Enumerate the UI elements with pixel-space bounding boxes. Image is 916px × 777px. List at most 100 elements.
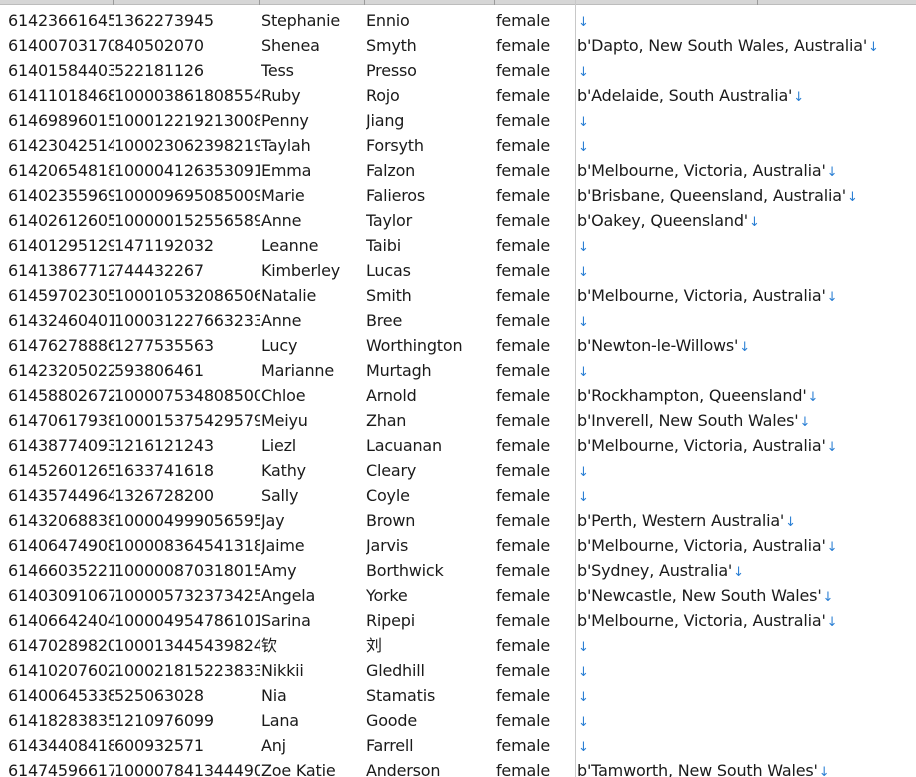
cell-first-name[interactable]: Leanne: [261, 233, 365, 258]
cell-last-name[interactable]: Zhan: [366, 408, 494, 433]
table-row[interactable]: 61423205022 593806461 Marianne Murtagh femal…: [0, 358, 916, 383]
table-row[interactable]: 61402355969 100009695085009 Marie Falieros f…: [0, 183, 916, 208]
cell-location[interactable]: ↓: [577, 358, 916, 383]
cell-first-name[interactable]: Emma: [261, 158, 365, 183]
cell-gender[interactable]: female: [496, 608, 576, 633]
cell-gender[interactable]: female: [496, 8, 576, 33]
cell-location[interactable]: b'Newton-le-Willows'↓: [577, 333, 916, 358]
cell-user-id[interactable]: 100023062398219: [114, 133, 260, 158]
cell-gender[interactable]: female: [496, 133, 576, 158]
cell-location[interactable]: b'Melbourne, Victoria, Australia'↓: [577, 283, 916, 308]
cell-phone-id[interactable]: 61406642404: [8, 608, 114, 633]
cell-first-name[interactable]: Chloe: [261, 383, 365, 408]
cell-gender[interactable]: female: [496, 758, 576, 777]
cell-phone-id[interactable]: 61459702305: [8, 283, 114, 308]
cell-user-id[interactable]: 1216121243: [114, 433, 260, 458]
cell-user-id[interactable]: 100000870318015: [114, 558, 260, 583]
cell-phone-id[interactable]: 61418283835: [8, 708, 114, 733]
cell-first-name[interactable]: Taylah: [261, 133, 365, 158]
cell-last-name[interactable]: Taylor: [366, 208, 494, 233]
cell-gender[interactable]: female: [496, 533, 576, 558]
cell-location[interactable]: ↓: [577, 483, 916, 508]
cell-location[interactable]: b'Dapto, New South Wales, Australia'↓: [577, 33, 916, 58]
cell-location[interactable]: ↓: [577, 733, 916, 758]
table-row[interactable]: 61403091067 100005732373425 Angela Yorke fem…: [0, 583, 916, 608]
cell-location[interactable]: b'Melbourne, Victoria, Australia'↓: [577, 533, 916, 558]
cell-gender[interactable]: female: [496, 283, 576, 308]
cell-phone-id[interactable]: 61434408418: [8, 733, 114, 758]
cell-first-name[interactable]: Amy: [261, 558, 365, 583]
cell-user-id[interactable]: 1471192032: [114, 233, 260, 258]
cell-last-name[interactable]: Smyth: [366, 33, 494, 58]
cell-first-name[interactable]: Meiyu: [261, 408, 365, 433]
cell-last-name[interactable]: Murtagh: [366, 358, 494, 383]
cell-location[interactable]: ↓: [577, 683, 916, 708]
cell-last-name[interactable]: Stamatis: [366, 683, 494, 708]
cell-phone-id[interactable]: 61438774093: [8, 433, 114, 458]
cell-gender[interactable]: female: [496, 233, 576, 258]
cell-phone-id[interactable]: 61470617938: [8, 408, 114, 433]
table-row[interactable]: 61470289820 100013445439824 钦刘 female ↓: [0, 633, 916, 658]
cell-location[interactable]: b'Inverell, New South Wales'↓: [577, 408, 916, 433]
cell-gender[interactable]: female: [496, 583, 576, 608]
table-row[interactable]: 61434408418 600932571 Anj Farrell female ↓: [0, 733, 916, 758]
cell-user-id[interactable]: 100009695085009: [114, 183, 260, 208]
cell-gender[interactable]: female: [496, 33, 576, 58]
cell-gender[interactable]: female: [496, 708, 576, 733]
cell-location[interactable]: ↓: [577, 633, 916, 658]
cell-first-name[interactable]: Anj: [261, 733, 365, 758]
cell-last-name[interactable]: Lucas: [366, 258, 494, 283]
cell-gender[interactable]: female: [496, 308, 576, 333]
cell-last-name[interactable]: Rojo: [366, 83, 494, 108]
table-row[interactable]: 61420654818 100004126353091 Emma Falzon fema…: [0, 158, 916, 183]
table-row[interactable]: 61402612605 100000152556589 Anne Taylor fema…: [0, 208, 916, 233]
cell-last-name[interactable]: Ripepi: [366, 608, 494, 633]
cell-user-id[interactable]: 525063028: [114, 683, 260, 708]
cell-phone-id[interactable]: 61411018468: [8, 83, 114, 108]
table-row[interactable]: 61469896015 100012219213008 Penny Jiang fema…: [0, 108, 916, 133]
table-row[interactable]: 61418283835 1210976099 Lana Goode female ↓: [0, 708, 916, 733]
cell-gender[interactable]: female: [496, 208, 576, 233]
cell-gender[interactable]: female: [496, 383, 576, 408]
cell-phone-id[interactable]: 61400703170: [8, 33, 114, 58]
cell-last-name[interactable]: Farrell: [366, 733, 494, 758]
cell-user-id[interactable]: 100004126353091: [114, 158, 260, 183]
cell-gender[interactable]: female: [496, 483, 576, 508]
cell-first-name[interactable]: Kathy: [261, 458, 365, 483]
cell-last-name[interactable]: Falzon: [366, 158, 494, 183]
cell-gender[interactable]: female: [496, 183, 576, 208]
cell-location[interactable]: b'Oakey, Queensland'↓: [577, 208, 916, 233]
cell-phone-id[interactable]: 61423205022: [8, 358, 114, 383]
cell-gender[interactable]: female: [496, 408, 576, 433]
cell-location[interactable]: ↓: [577, 258, 916, 283]
cell-first-name[interactable]: Anne: [261, 208, 365, 233]
table-row[interactable]: 61411018468 100003861808554 Ruby Rojo female…: [0, 83, 916, 108]
table-row[interactable]: 61466035221 100000870318015 Amy Borthwick fe…: [0, 558, 916, 583]
cell-first-name[interactable]: Angela: [261, 583, 365, 608]
cell-phone-id[interactable]: 61403091067: [8, 583, 114, 608]
cell-location[interactable]: ↓: [577, 708, 916, 733]
table-row[interactable]: 61438774093 1216121243 Liezl Lacuanan female…: [0, 433, 916, 458]
cell-gender[interactable]: female: [496, 433, 576, 458]
cell-first-name[interactable]: Tess: [261, 58, 365, 83]
cell-first-name[interactable]: Liezl: [261, 433, 365, 458]
cell-first-name[interactable]: Natalie: [261, 283, 365, 308]
cell-phone-id[interactable]: 61470289820: [8, 633, 114, 658]
cell-user-id[interactable]: 100031227663233: [114, 308, 260, 333]
cell-phone-id[interactable]: 61452601265: [8, 458, 114, 483]
cell-user-id[interactable]: 840502070: [114, 33, 260, 58]
table-row[interactable]: 61435744964 1326728200 Sally Coyle female ↓: [0, 483, 916, 508]
cell-phone-id[interactable]: 61423661645: [8, 8, 114, 33]
cell-first-name[interactable]: Ruby: [261, 83, 365, 108]
cell-gender[interactable]: female: [496, 333, 576, 358]
cell-user-id[interactable]: 100004954786101: [114, 608, 260, 633]
cell-phone-id[interactable]: 61476278886: [8, 333, 114, 358]
cell-user-id[interactable]: 100021815223833: [114, 658, 260, 683]
cell-user-id[interactable]: 100012219213008: [114, 108, 260, 133]
table-row[interactable]: 61401584403 522181126 Tess Presso female ↓: [0, 58, 916, 83]
cell-location[interactable]: b'Melbourne, Victoria, Australia'↓: [577, 608, 916, 633]
cell-location[interactable]: b'Perth, Western Australia'↓: [577, 508, 916, 533]
cell-user-id[interactable]: 100010532086506: [114, 283, 260, 308]
cell-last-name[interactable]: Brown: [366, 508, 494, 533]
cell-first-name[interactable]: Nikkii: [261, 658, 365, 683]
